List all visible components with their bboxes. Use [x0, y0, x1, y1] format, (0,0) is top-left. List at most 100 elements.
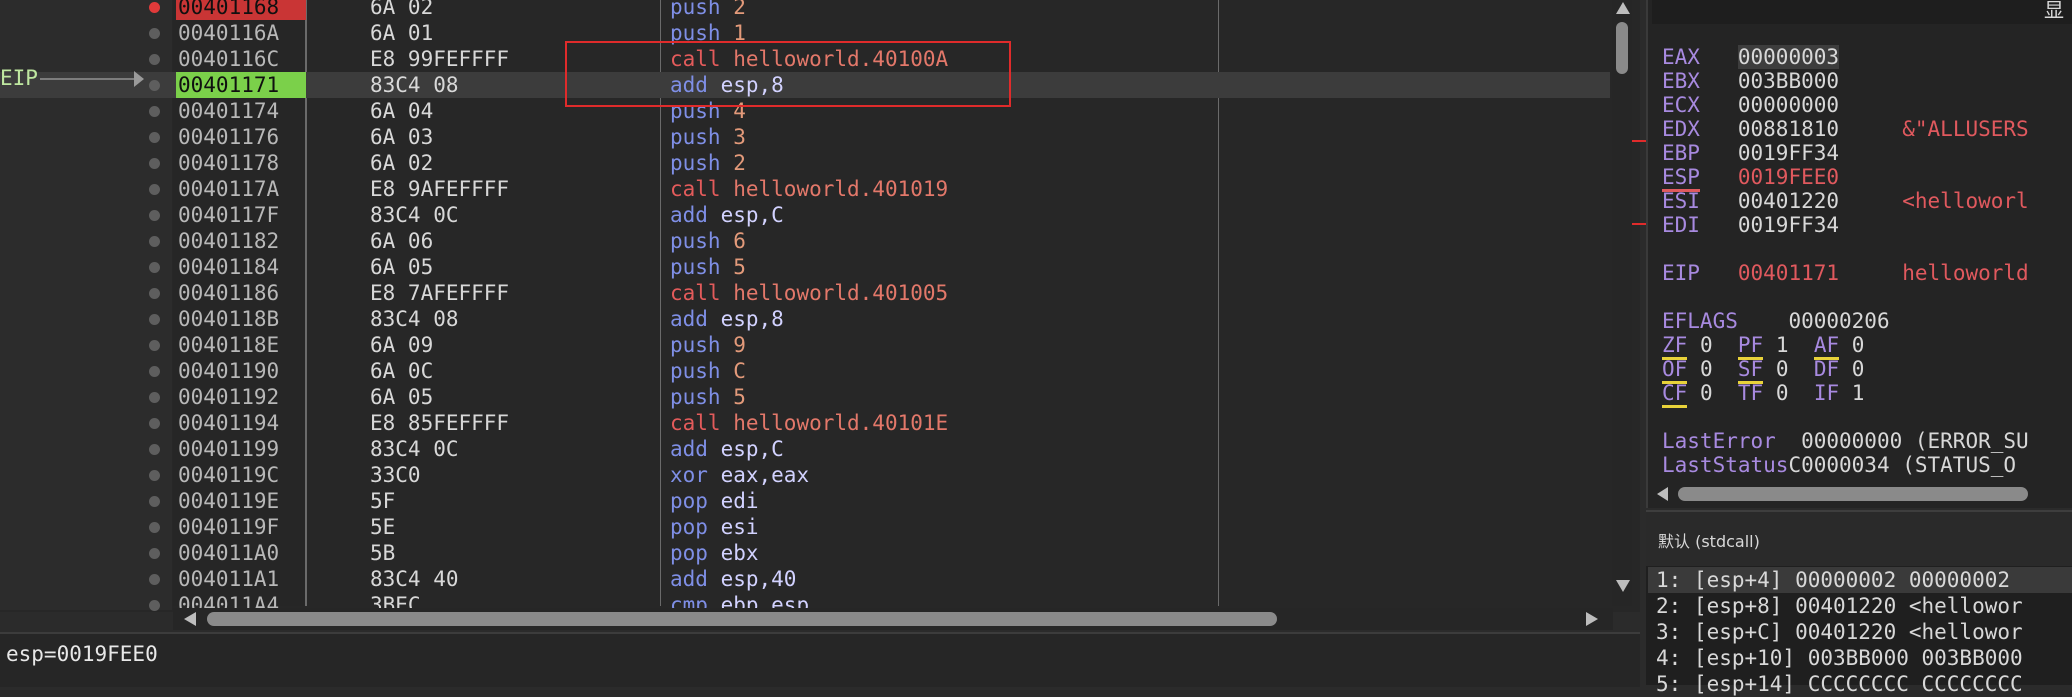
instruction-mnemonic: push [670, 333, 721, 357]
stack-argument-row[interactable]: 2: [esp+8] 00401220 <hellowor [1656, 593, 2023, 619]
breakpoint-dot-icon[interactable] [149, 158, 160, 169]
flag-value[interactable]: 0 [1700, 357, 1713, 381]
breakpoint-dot-icon[interactable] [149, 28, 160, 39]
breakpoint-dot-icon[interactable] [149, 54, 160, 65]
flag-value[interactable]: 0 [1776, 357, 1789, 381]
register-row[interactable]: LastError 00000000 (ERROR_SU [1662, 429, 2029, 453]
register-value[interactable]: 00881810 [1738, 117, 1839, 141]
flag-name: TF [1737, 381, 1764, 405]
disassembly-row[interactable]: 00401176 6A 03 push 3 [0, 124, 1610, 150]
breakpoint-dot-icon[interactable] [149, 80, 160, 91]
register-row[interactable]: OF 0 SF 0 DF 0 [1662, 357, 1865, 384]
scroll-right-icon[interactable] [1586, 612, 1598, 626]
call-convention-label[interactable]: 默认 (stdcall) [1658, 528, 1760, 552]
breakpoint-dot-icon[interactable] [149, 418, 160, 429]
register-value[interactable]: 00000206 [1788, 309, 1889, 333]
breakpoint-dot-icon[interactable] [149, 470, 160, 481]
instruction-mnemonic: call [670, 411, 721, 435]
disassembly-row[interactable]: 00401184 6A 05 push 5 [0, 254, 1610, 280]
scroll-left-icon[interactable] [184, 612, 196, 626]
breakpoint-dot-icon[interactable] [149, 106, 160, 117]
breakpoint-dot-icon[interactable] [149, 366, 160, 377]
flag-value[interactable]: 1 [1776, 333, 1789, 357]
flag-value[interactable]: 0 [1700, 381, 1713, 405]
disassembly-row[interactable]: 00401194 E8 85FEFFFF call helloworld.40101… [0, 410, 1610, 436]
breakpoint-dot-icon[interactable] [149, 314, 160, 325]
register-value[interactable]: 003BB000 [1738, 69, 1839, 93]
register-value[interactable]: 0019FF34 [1738, 141, 1839, 165]
disassembly-row[interactable]: 0040119F 5E pop esi [0, 514, 1610, 540]
vertical-scroll-thumb[interactable] [1616, 22, 1628, 74]
register-row[interactable]: LastStatusC0000034 (STATUS_O [1662, 453, 2016, 477]
breakpoint-dot-icon[interactable] [149, 210, 160, 221]
breakpoint-dot-icon[interactable] [149, 2, 160, 13]
flag-value[interactable]: 0 [1776, 381, 1789, 405]
flag-value[interactable]: 0 [1852, 333, 1865, 357]
register-value[interactable]: 00000000 [1738, 93, 1839, 117]
horizontal-scroll-thumb[interactable] [207, 612, 1277, 626]
disassembly-row[interactable]: 0040118B 83C4 08 add esp,8 [0, 306, 1610, 332]
disassembly-row[interactable]: 0040117A E8 9AFEFFFF call helloworld.40101… [0, 176, 1610, 202]
disassembly-row[interactable]: 0040117F 83C4 0C add esp,C [0, 202, 1610, 228]
flag-value[interactable]: 1 [1852, 381, 1865, 405]
scroll-left-icon[interactable] [1657, 487, 1668, 501]
breakpoint-dot-icon[interactable] [149, 288, 160, 299]
breakpoint-dot-icon[interactable] [149, 548, 160, 559]
register-scroll-thumb[interactable] [1678, 487, 2028, 501]
disassembly-row[interactable]: 004011A1 83C4 40 add esp,40 [0, 566, 1610, 592]
register-row[interactable]: EDI 0019FF34 [1662, 213, 1839, 237]
register-row[interactable]: CF 0 TF 0 IF 1 [1662, 381, 1865, 408]
register-row[interactable]: EAX 00000003 [1662, 45, 1840, 69]
register-value[interactable]: 00000003 [1737, 45, 1840, 69]
stack-argument-row[interactable]: 1: [esp+4] 00000002 00000002 [1648, 567, 2072, 593]
breakpoint-dot-icon[interactable] [149, 132, 160, 143]
register-row[interactable]: EBP 0019FF34 [1662, 141, 1839, 165]
register-row[interactable]: EFLAGS 00000206 [1662, 309, 1890, 333]
disassembly-row[interactable]: 0040119E 5F pop edi [0, 488, 1610, 514]
instruction-address: 0040119C [178, 463, 280, 487]
register-value[interactable]: 0019FF34 [1738, 213, 1839, 237]
instruction-operand: esp,8 [720, 307, 784, 331]
disassembly-row[interactable]: 0040118E 6A 09 push 9 [0, 332, 1610, 358]
register-value[interactable]: 0019FEE0 [1738, 165, 1839, 189]
register-row[interactable]: EIP 00401171 helloworld [1662, 261, 2029, 285]
register-value[interactable]: 00401171 [1738, 261, 1839, 285]
register-row[interactable]: ZF 0 PF 1 AF 0 [1662, 333, 1865, 360]
disassembly-row[interactable]: 00401178 6A 02 push 2 [0, 150, 1610, 176]
disassembly-row[interactable]: 004011A0 5B pop ebx [0, 540, 1610, 566]
disassembly-vertical-scrollbar[interactable] [1612, 0, 1632, 606]
breakpoint-dot-icon[interactable] [149, 444, 160, 455]
scroll-down-icon[interactable] [1616, 580, 1630, 592]
breakpoint-dot-icon[interactable] [149, 184, 160, 195]
breakpoint-dot-icon[interactable] [149, 574, 160, 585]
breakpoint-dot-icon[interactable] [149, 340, 160, 351]
breakpoint-dot-icon[interactable] [149, 392, 160, 403]
breakpoint-dot-icon[interactable] [149, 600, 160, 611]
instruction-bytes: 6A 05 [370, 255, 434, 279]
disassembly-row[interactable]: 00401190 6A 0C push C [0, 358, 1610, 384]
stack-argument-row[interactable]: 3: [esp+C] 00401220 <hellowor [1656, 619, 2023, 645]
register-value[interactable]: 00401220 [1738, 189, 1839, 213]
register-row[interactable]: EBX 003BB000 [1662, 69, 1839, 93]
flag-value[interactable]: 0 [1700, 333, 1713, 357]
breakpoint-dot-icon[interactable] [149, 522, 160, 533]
stack-argument-row[interactable]: 5: [esp+14] CCCCCCCC CCCCCCCC [1656, 671, 2023, 697]
disassembly-row[interactable]: 00401186 E8 7AFEFFFF call helloworld.40100… [0, 280, 1610, 306]
register-row[interactable]: ESI 00401220 <helloworl [1662, 189, 2029, 213]
disassembly-row[interactable]: 0040119C 33C0 xor eax,eax [0, 462, 1610, 488]
flag-value[interactable]: 0 [1852, 357, 1865, 381]
disassembly-row[interactable]: 00401168 6A 02 push 2 [0, 0, 1610, 20]
disassembly-row[interactable]: 00401182 6A 06 push 6 [0, 228, 1610, 254]
disassembly-row[interactable]: 00401192 6A 05 push 5 [0, 384, 1610, 410]
breakpoint-dot-icon[interactable] [149, 262, 160, 273]
breakpoint-dot-icon[interactable] [149, 236, 160, 247]
disassembly-row[interactable]: 00401199 83C4 0C add esp,C [0, 436, 1610, 462]
panel-toggle-label[interactable]: 显 [2044, 0, 2064, 23]
scroll-up-icon[interactable] [1616, 2, 1630, 14]
instruction-bytes: 83C4 08 [370, 307, 459, 331]
register-row[interactable]: ECX 00000000 [1662, 93, 1839, 117]
register-row[interactable]: EDX 00881810 &"ALLUSERS [1662, 117, 2029, 141]
stack-argument-row[interactable]: 4: [esp+10] 003BB000 003BB000 [1656, 645, 2023, 671]
register-row[interactable]: ESP 0019FEE0 [1662, 165, 1839, 192]
breakpoint-dot-icon[interactable] [149, 496, 160, 507]
